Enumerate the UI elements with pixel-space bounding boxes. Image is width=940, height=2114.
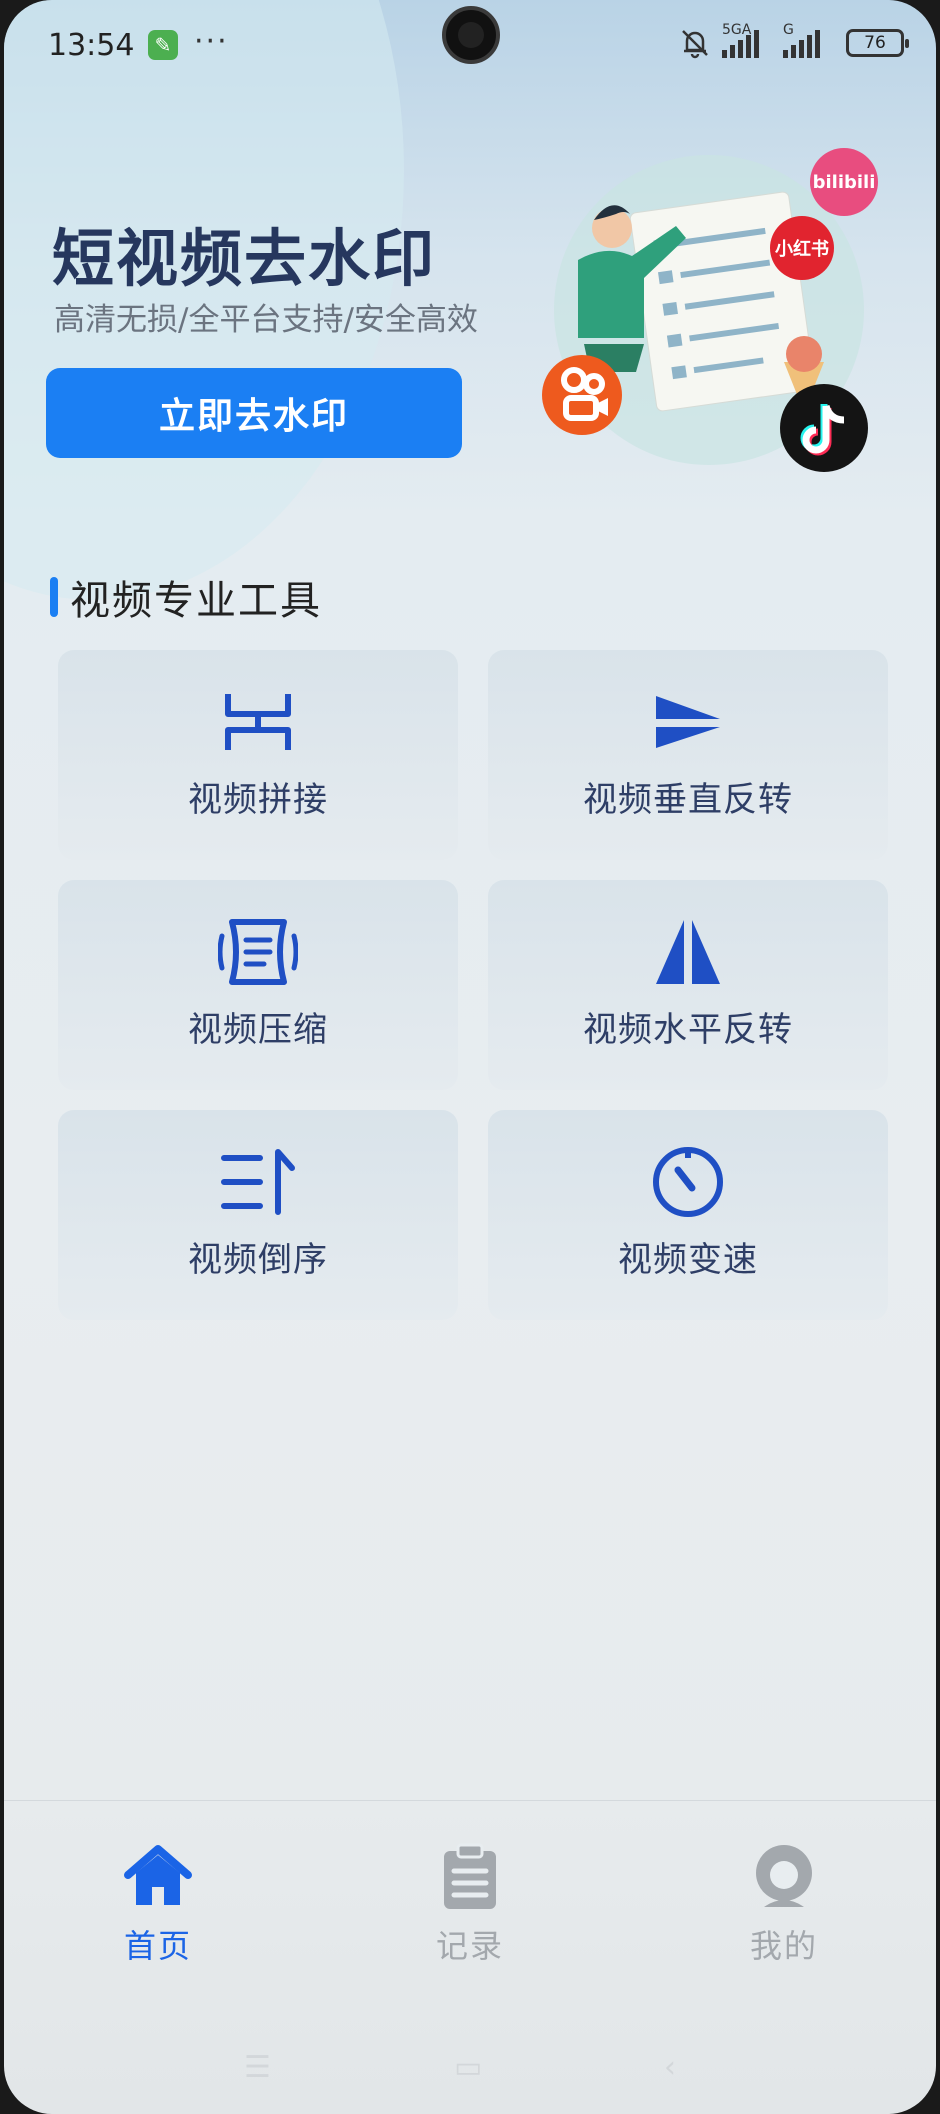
wrench-app-icon: ✎ (148, 30, 178, 60)
front-camera (442, 6, 500, 64)
page-title: 短视频去水印 (52, 222, 437, 295)
nav-records-label: 记录 (435, 1927, 504, 1965)
app-screen: 13:54 ✎ ··· 5GA G 76 短视频去水印 高清无损/全平台支持/安… (4, 0, 936, 2114)
tool-card-compress[interactable]: 视频压缩 (58, 880, 458, 1090)
merge-icon (225, 694, 291, 750)
tools-section-header: 视频专业工具 (50, 568, 322, 626)
kuaishou-logo (542, 355, 622, 435)
tool-card-merge[interactable]: 视频拼接 (58, 650, 458, 860)
horizontal-flip-icon (656, 920, 720, 984)
tool-card-horizontal-flip[interactable]: 视频水平反转 (488, 880, 888, 1090)
speed-icon (653, 1147, 723, 1217)
xiaohongshu-logo: 小红书 (775, 238, 829, 260)
tool-label: 视频水平反转 (583, 1010, 793, 1050)
mute-bell-icon (682, 30, 708, 59)
section-accent-bar (50, 577, 58, 617)
hero-illustration: bilibili 小红书 (542, 148, 878, 472)
tool-card-reverse[interactable]: 视频倒序 (58, 1110, 458, 1320)
tool-card-speed[interactable]: 视频变速 (488, 1110, 888, 1320)
nav-profile-label: 我的 (749, 1927, 818, 1965)
remove-watermark-button[interactable]: 立即去水印 (46, 368, 462, 458)
back-icon[interactable]: ‹ (664, 2050, 676, 2085)
status-indicators: 5GA G 76 (678, 22, 909, 60)
home-icon (124, 1845, 192, 1905)
tool-label: 视频变速 (618, 1240, 758, 1280)
status-time: 13:54 (48, 28, 135, 63)
tool-label: 视频压缩 (188, 1010, 328, 1050)
nav-home[interactable]: 首页 (78, 1841, 238, 1967)
status-bar: 13:54 ✎ ··· 5GA G 76 (4, 0, 936, 90)
battery-icon: 76 (846, 29, 909, 57)
signal-strength-icon-2: G (783, 22, 820, 58)
network-type-label: 5GA (722, 22, 752, 38)
nav-profile[interactable]: 我的 (704, 1841, 864, 1967)
vertical-flip-icon (656, 696, 720, 748)
douyin-logo (780, 384, 868, 472)
tool-label: 视频倒序 (188, 1240, 328, 1280)
tool-label: 视频拼接 (188, 780, 328, 820)
home-square-icon[interactable]: ▭ (454, 2050, 482, 2085)
section-title: 视频专业工具 (70, 578, 322, 624)
tool-label: 视频垂直反转 (583, 780, 793, 820)
signal-strength-icon: 5GA (722, 22, 759, 58)
more-notifications-icon: ··· (194, 24, 229, 59)
menu-icon[interactable]: ☰ (244, 2050, 271, 2085)
clipboard-icon (444, 1843, 496, 1909)
reverse-icon (221, 1149, 295, 1215)
tool-card-vertical-flip[interactable]: 视频垂直反转 (488, 650, 888, 860)
bottom-navigation: 首页 记录 我的 (4, 1800, 936, 2000)
system-navigation-bar: ☰ ▭ ‹ (4, 2050, 936, 2090)
nav-home-label: 首页 (123, 1927, 192, 1965)
hero-subtitle: 高清无损/全平台支持/安全高效 (54, 302, 478, 338)
profile-icon (756, 1845, 812, 1907)
network-type-label-2: G (783, 22, 794, 38)
nav-records[interactable]: 记录 (390, 1841, 550, 1967)
bilibili-logo: bilibili (813, 172, 876, 193)
compress-icon (218, 919, 298, 985)
